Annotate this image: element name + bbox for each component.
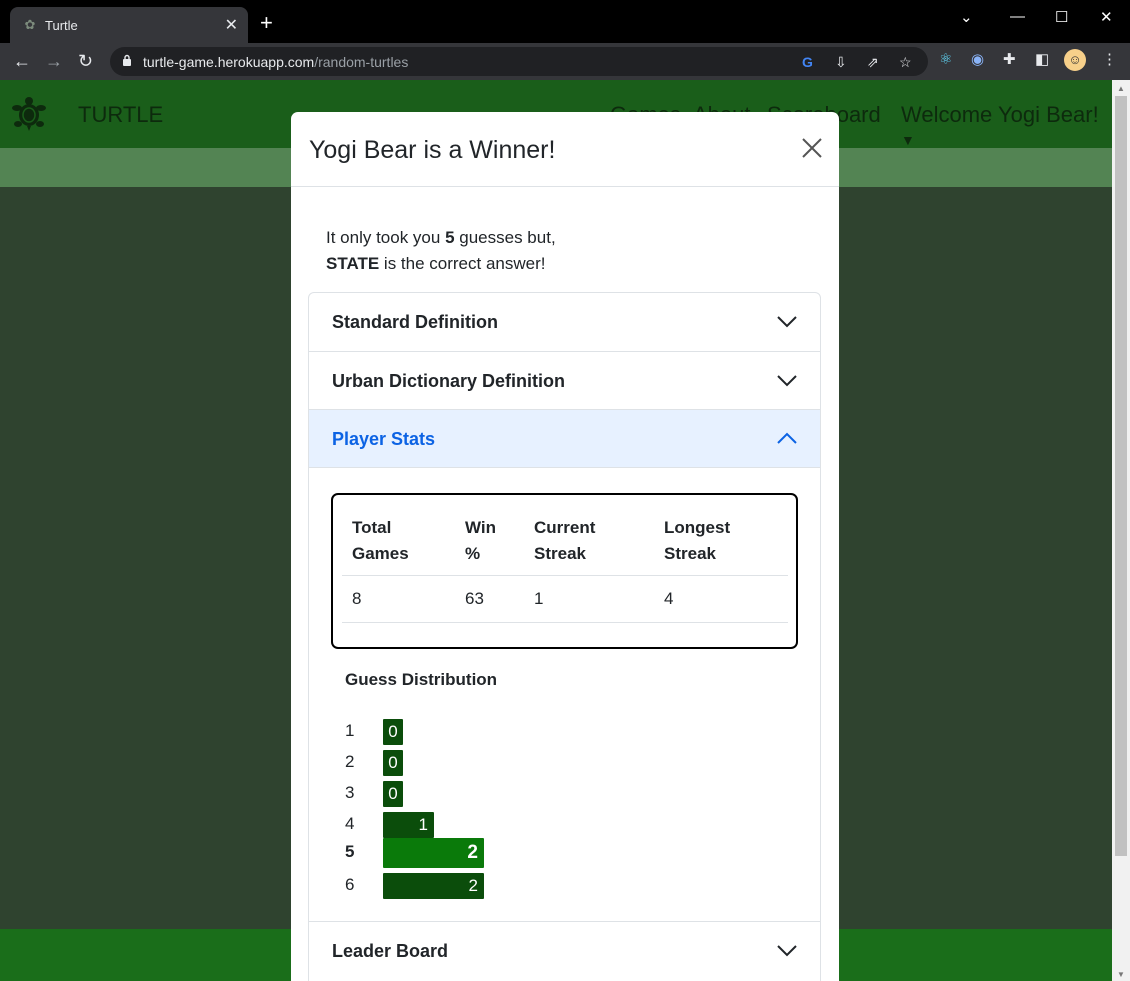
value-current-streak: 1 [524,575,654,623]
distribution-bar: 1 [383,812,434,838]
chevron-up-icon [777,432,797,444]
message-answer-suffix: is the correct answer! [379,254,546,273]
install-icon[interactable]: ⇩ [835,54,847,70]
distribution-guess-number: 2 [345,752,355,771]
bookmark-star-icon[interactable]: ☆ [899,54,912,70]
distribution-guess-number: 6 [345,875,355,894]
tab-close-icon[interactable]: ✕ [225,15,238,35]
distribution-bar: 2 [383,838,484,868]
minimize-icon[interactable]: — [1010,8,1025,25]
leader-board-label: Leader Board [332,941,449,961]
guess-count: 5 [445,228,455,247]
message-prefix: It only took you [326,228,446,247]
header-win-percent: Win % [455,503,524,576]
guess-distribution-title: Guess Distribution [345,670,498,689]
distribution-bar: 0 [383,719,403,745]
winner-modal: Yogi Bear is a Winner! It only took you … [291,112,839,981]
chevron-down-icon [777,375,797,387]
distribution-guess-number: 4 [345,814,355,833]
reload-icon[interactable]: ↻ [78,51,93,71]
turtle-icon[interactable] [12,96,46,132]
brand-name[interactable]: TURTLE [78,102,163,128]
url-host: turtle-game.herokuapp.com [143,54,315,70]
google-icon[interactable]: G [802,54,813,70]
browser-tab[interactable]: ✿ Turtle ✕ [10,7,248,43]
stats-table: Total Games Win % Current Streak Longest… [342,503,788,623]
chevron-down-icon [777,316,797,328]
back-icon[interactable]: ← [13,51,31,71]
result-message: It only took you 5 guesses but, STATE is… [326,225,556,277]
standard-definition-toggle[interactable]: Standard Definition [309,293,820,351]
distribution-bar: 2 [383,873,484,899]
accordion-item-standard-definition: Standard Definition [309,293,820,352]
browser-toolbar: ← → ↻ turtle-game.herokuapp.com/random-t… [0,43,1130,80]
chevron-down-icon [777,945,797,957]
page-viewport: TURTLE Games About Scoreboard Welcome Yo… [0,80,1112,981]
caret-down-icon: ▼ [901,132,915,148]
maximize-icon[interactable]: ☐ [1055,8,1068,26]
accordion-item-urban-definition: Urban Dictionary Definition [309,352,820,410]
distribution-guess-number: 3 [345,783,355,802]
url-path: /random-turtles [314,54,409,70]
menu-icon[interactable]: ⋮ [1102,51,1117,69]
browser-titlebar: ✿ Turtle ✕ + ⌄ — ☐ ✕ [0,0,1130,43]
distribution-guess-number: 5 [345,842,355,861]
user-menu-label: Welcome Yogi Bear! [901,102,1099,127]
value-total-games: 8 [342,575,455,623]
player-stats-box: Total Games Win % Current Streak Longest… [331,493,798,649]
value-longest-streak: 4 [654,575,788,623]
scroll-up-icon[interactable]: ▲ [1117,84,1125,93]
extension-icon[interactable]: ◉ [971,51,984,69]
new-tab-icon[interactable]: + [260,12,273,34]
header-total-games: Total Games [342,503,455,576]
turtle-favicon-icon: ✿ [24,17,36,32]
close-icon[interactable] [800,136,824,160]
value-win-percent: 63 [455,575,524,623]
address-bar[interactable]: turtle-game.herokuapp.com/random-turtles… [110,47,928,76]
lock-icon [123,54,131,66]
standard-definition-label: Standard Definition [332,312,498,332]
results-accordion: Standard Definition Urban Dictionary Def… [308,292,821,981]
puzzle-icon[interactable]: ✚ [1003,51,1016,69]
correct-answer: STATE [326,254,380,273]
urban-definition-label: Urban Dictionary Definition [332,371,566,391]
distribution-bar: 0 [383,781,403,807]
header-current-streak: Current Streak [524,503,654,576]
url-text: turtle-game.herokuapp.com/random-turtles [143,54,408,70]
window-close-icon[interactable]: ✕ [1100,8,1113,26]
tab-search-chevron-icon[interactable]: ⌄ [960,8,973,26]
urban-definition-toggle[interactable]: Urban Dictionary Definition [309,352,820,410]
stats-value-row: 8 63 1 4 [342,575,788,623]
user-menu[interactable]: Welcome Yogi Bear! ▼ [901,102,1112,154]
message-suffix: guesses but, [454,228,556,247]
share-icon[interactable]: ⇗ [867,54,879,70]
player-stats-toggle[interactable]: Player Stats [309,410,820,468]
accordion-item-leader-board: Leader Board [309,922,820,981]
tab-title: Turtle [45,18,78,33]
scrollbar-thumb[interactable] [1115,96,1127,856]
react-devtools-icon[interactable]: ⚛ [939,51,952,69]
distribution-bar: 0 [383,750,403,776]
modal-header: Yogi Bear is a Winner! [291,112,839,187]
forward-icon[interactable]: → [45,51,63,71]
side-panel-icon[interactable]: ◧ [1035,51,1049,69]
stats-header-row: Total Games Win % Current Streak Longest… [342,503,788,576]
player-stats-label: Player Stats [332,429,436,449]
scroll-down-icon[interactable]: ▼ [1117,970,1125,979]
header-longest-streak: Longest Streak [654,503,788,576]
leader-board-toggle[interactable]: Leader Board [309,922,820,980]
profile-avatar[interactable]: ☺ [1064,49,1086,71]
distribution-guess-number: 1 [345,721,355,740]
page-scrollbar[interactable]: ▲ ▼ [1112,80,1130,981]
modal-title: Yogi Bear is a Winner! [309,136,556,164]
